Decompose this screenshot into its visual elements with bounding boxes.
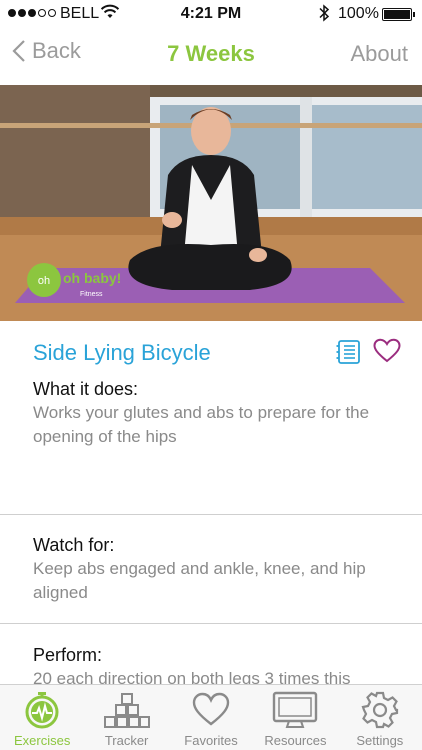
tab-favorites[interactable]: Favorites: [169, 685, 253, 750]
status-bar: BELL 4:21 PM 100%: [0, 0, 422, 28]
section-heading: Perform:: [33, 645, 103, 665]
exercise-detail: Side Lying Bicycle What it does: Works y…: [0, 321, 422, 715]
tab-resources[interactable]: Resources: [253, 685, 337, 750]
tab-label: Settings: [356, 733, 404, 748]
gear-icon: [361, 691, 398, 729]
exercise-title: Side Lying Bicycle: [33, 340, 211, 365]
video-logo-sub: Fitness: [80, 291, 103, 298]
tab-label: Exercises: [14, 733, 71, 748]
section-body: Works your glutes and abs to prepare for…: [33, 403, 370, 446]
heart-icon: [192, 692, 230, 726]
section-body: Keep abs engaged and ankle, knee, and hi…: [33, 559, 366, 602]
blocks-icon: [103, 693, 150, 728]
stopwatch-icon: [25, 692, 59, 729]
video-logo: oh baby!: [63, 270, 121, 286]
battery-percent: 100%: [338, 5, 379, 22]
section-heading: What it does:: [33, 379, 139, 399]
about-button[interactable]: About: [351, 41, 409, 67]
logo-oh: oh: [38, 275, 50, 287]
tab-label: Favorites: [184, 733, 238, 748]
bluetooth-icon: [318, 4, 330, 27]
tab-exercises[interactable]: Exercises: [0, 685, 84, 750]
back-button[interactable]: Back: [12, 38, 81, 64]
tab-settings[interactable]: Settings: [338, 685, 422, 750]
video-frame: oh oh baby! Fitness: [0, 85, 422, 321]
back-label: Back: [32, 38, 81, 63]
monitor-icon: [273, 691, 318, 728]
chevron-left-icon: [12, 40, 25, 62]
notes-icon[interactable]: [336, 339, 362, 370]
tab-label: Resources: [264, 733, 327, 748]
tab-bar: Exercises Tracker Favorites Resources Se…: [0, 684, 422, 750]
tab-label: Tracker: [104, 733, 149, 748]
what-it-does-section: What it does: Works your glutes and abs …: [0, 371, 422, 514]
watch-for-section: Watch for: Keep abs engaged and ankle, k…: [0, 515, 422, 623]
favorite-heart-icon[interactable]: [373, 338, 401, 369]
navigation-bar: Back 7 Weeks About: [0, 28, 422, 84]
battery-icon: [382, 8, 415, 21]
tab-tracker[interactable]: Tracker: [84, 685, 168, 750]
exercise-video[interactable]: oh oh baby! Fitness: [0, 85, 422, 321]
section-heading: Watch for:: [33, 535, 115, 555]
exercise-header: Side Lying Bicycle: [0, 321, 422, 371]
